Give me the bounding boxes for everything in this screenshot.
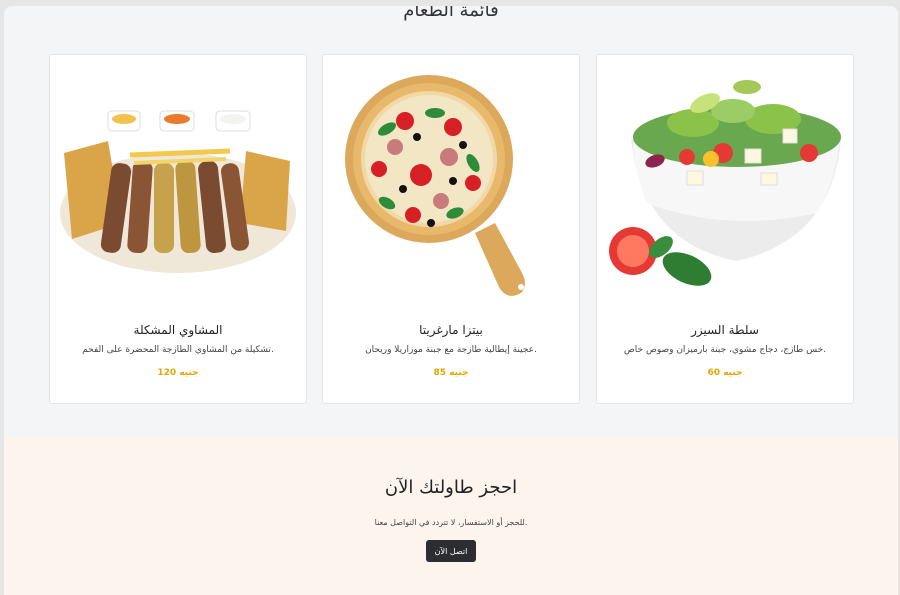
- item-price: 120 جنيه: [157, 368, 199, 378]
- menu-card-salad[interactable]: سلطة السيزر خس طازج، دجاج مشوي، جبنة بار…: [596, 54, 854, 404]
- contact-now-button[interactable]: اتصل الآن: [426, 540, 476, 562]
- item-name: المشاوي المشكلة: [133, 323, 223, 337]
- reservation-text: للحجز أو الاستفسار، لا تتردد في التواصل …: [374, 518, 528, 527]
- reservation-title: احجز طاولتك الآن: [384, 477, 518, 498]
- grills-image: [60, 110, 296, 273]
- reservation-section: احجز طاولتك الآن للحجز أو الاستفسار، لا …: [4, 437, 898, 595]
- page-frame: قائمة الطعام المشاوي المشكلة تشكيلة من ا…: [4, 6, 898, 595]
- item-name: سلطة السيزر: [691, 323, 759, 337]
- item-description: خس طازج، دجاج مشوي، جبنة بارميزان وصوص خ…: [623, 345, 827, 355]
- item-name: بيتزا مارغريتا: [419, 323, 483, 337]
- item-description: تشكيلة من المشاوي الطازجة المحضرة على ال…: [82, 345, 274, 355]
- menu-cards: المشاوي المشكلة تشكيلة من المشاوي الطازج…: [49, 54, 854, 404]
- item-description: عجينة إيطالية طازجة مع جبنة موزاريلا وري…: [365, 345, 537, 355]
- item-price: 60 جنيه: [707, 368, 743, 378]
- salad-image: [609, 80, 841, 286]
- menu-title: قائمة الطعام: [403, 6, 499, 21]
- menu-card-grills[interactable]: المشاوي المشكلة تشكيلة من المشاوي الطازج…: [49, 54, 307, 404]
- menu-card-pizza[interactable]: بيتزا مارغريتا عجينة إيطالية طازجة مع جب…: [322, 54, 580, 404]
- item-price: 85 جنيه: [433, 368, 469, 378]
- pizza-image: [345, 75, 525, 296]
